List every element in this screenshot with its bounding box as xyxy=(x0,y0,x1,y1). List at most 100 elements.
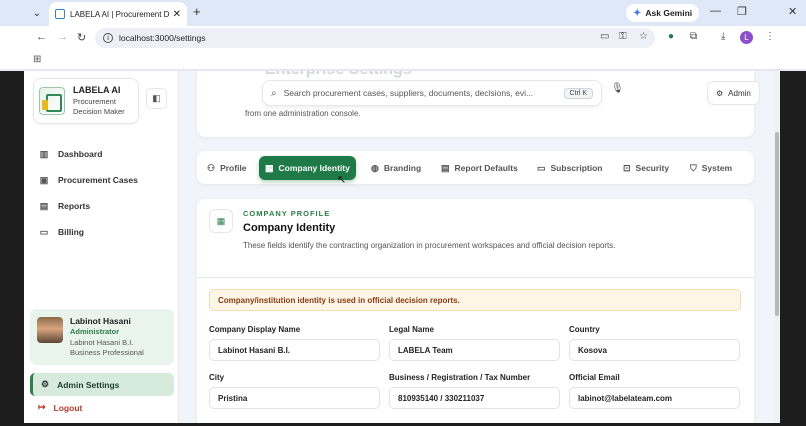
building-icon: ▦ xyxy=(265,162,274,173)
official-email-input[interactable]: labinot@labelateam.com xyxy=(569,387,740,409)
password-key-icon[interactable]: ⚿ xyxy=(619,31,627,42)
tab-list-chevron-icon[interactable]: ⌄ xyxy=(29,5,45,21)
tab-branding[interactable]: ◍ Branding xyxy=(365,156,427,180)
app-viewport: LABELA AI Procurement Decision Maker ◧ ▥… xyxy=(24,71,780,423)
tab-label: Subscription xyxy=(550,163,603,173)
company-display-name-input[interactable]: Labinot Hasani B.I. xyxy=(209,339,380,361)
registration-number-field: Business / Registration / Tax Number 810… xyxy=(389,373,560,409)
page-title: Enterprise Settings xyxy=(265,71,412,79)
extensions-puzzle-icon[interactable]: ⧉ xyxy=(690,31,697,42)
palette-icon: ◍ xyxy=(371,162,379,173)
restore-icon[interactable]: ❐ xyxy=(737,5,747,18)
brand-card[interactable]: LABELA AI Procurement Decision Maker xyxy=(33,78,139,124)
field-label: Legal Name xyxy=(389,325,434,334)
microphone-icon[interactable]: 🎙 xyxy=(611,83,624,94)
sidebar-item-dashboard[interactable]: ▥ Dashboard xyxy=(39,141,138,167)
gear-icon: ⚙ xyxy=(716,88,724,98)
country-field: Country Kosova xyxy=(569,325,740,361)
briefcase-icon: ▣ xyxy=(39,174,49,185)
tab-report-defaults[interactable]: ▤ Report Defaults xyxy=(435,156,524,180)
ask-gemini-label: Ask Gemini xyxy=(645,8,693,18)
bar-chart-icon: ▥ xyxy=(39,148,49,159)
sidebar-item-reports[interactable]: ▤ Reports xyxy=(39,193,138,219)
admin-settings-button[interactable]: ⚙ Admin Settings xyxy=(30,373,174,396)
field-label: City xyxy=(209,373,225,382)
shortcut-badge: Ctrl K xyxy=(563,87,593,99)
minimize-icon[interactable]: — xyxy=(710,5,721,17)
country-input[interactable]: Kosova xyxy=(569,339,740,361)
close-tab-icon[interactable]: ✕ xyxy=(173,9,181,20)
mouse-cursor-icon: ↖ xyxy=(337,174,347,186)
city-field: City Pristina xyxy=(209,373,380,409)
url-text: localhost:3000/settings xyxy=(119,33,206,43)
sidebar: LABELA AI Procurement Decision Maker ◧ ▥… xyxy=(24,71,179,423)
field-label: Country xyxy=(569,325,600,334)
credit-card-icon: ▭ xyxy=(537,162,546,173)
sidebar-item-label: Procurement Cases xyxy=(58,175,138,185)
browser-tab[interactable]: LABELA AI | Procurement Decis ✕ xyxy=(49,2,187,26)
tab-label: Profile xyxy=(220,163,247,173)
extension-grammar-icon[interactable]: ● xyxy=(668,31,674,42)
logout-button[interactable]: ↦ Logout xyxy=(38,402,82,413)
company-identity-card: ▦ COMPANY PROFILE Company Identity These… xyxy=(197,199,754,423)
new-tab-icon[interactable]: + xyxy=(193,4,201,19)
browser-toolbar: ← → ↻ i localhost:3000/settings ▭ ⚿ ☆ ● … xyxy=(0,26,806,50)
settings-tabs: ⚇ Profile ▦ Company Identity ◍ Branding … xyxy=(197,151,754,184)
field-label: Company Display Name xyxy=(209,325,301,334)
main-content: Enterprise Settings from one administrat… xyxy=(179,71,772,423)
forward-icon[interactable]: → xyxy=(57,31,68,43)
tab-profile[interactable]: ⚇ Profile xyxy=(201,156,253,180)
favicon-icon xyxy=(55,9,65,19)
apps-grid-icon[interactable]: ⊞ xyxy=(33,54,41,65)
logout-label: Logout xyxy=(53,402,83,413)
labela-logo-icon xyxy=(39,87,65,115)
company-display-name-field: Company Display Name Labinot Hasani B.I. xyxy=(209,325,380,361)
user-company: Labinot Hasani B.I. xyxy=(70,338,134,347)
reload-icon[interactable]: ↻ xyxy=(77,31,86,44)
admin-settings-label: Admin Settings xyxy=(57,379,120,390)
bookmark-star-icon[interactable]: ☆ xyxy=(639,31,648,42)
tab-subscription[interactable]: ▭ Subscription xyxy=(531,156,608,180)
tab-system[interactable]: ⛉ System xyxy=(684,156,738,180)
search-icon: ⌕ xyxy=(271,87,277,99)
browser-tab-title: LABELA AI | Procurement Decis xyxy=(70,9,169,19)
menu-dots-icon[interactable]: ⋮ xyxy=(765,31,775,42)
avatar xyxy=(37,317,63,343)
tab-label: Security xyxy=(635,163,670,173)
cast-icon[interactable]: ▭ xyxy=(600,31,609,42)
profile-avatar[interactable]: L xyxy=(740,31,753,44)
collapse-sidebar-button[interactable]: ◧ xyxy=(146,88,167,109)
user-icon: ⚇ xyxy=(207,162,216,173)
back-icon[interactable]: ← xyxy=(36,31,47,43)
address-bar[interactable]: i localhost:3000/settings xyxy=(95,28,655,48)
tab-label: Report Defaults xyxy=(454,163,518,173)
city-input[interactable]: Pristina xyxy=(209,387,380,409)
gear-icon: ⚙ xyxy=(41,379,50,389)
download-icon[interactable]: ⤓ xyxy=(721,31,725,42)
lock-icon: ⊡ xyxy=(623,162,631,173)
bookmarks-bar: ⊞ xyxy=(0,50,806,70)
gemini-spark-icon: ✦ xyxy=(633,7,642,19)
page-description: from one administration console. xyxy=(245,109,361,118)
site-info-icon[interactable]: i xyxy=(103,33,113,43)
brand-subtitle: Procurement Decision Maker xyxy=(73,97,125,116)
admin-menu-button[interactable]: ⚙ Admin xyxy=(707,81,760,105)
legal-name-input[interactable]: LABELA Team xyxy=(389,339,560,361)
sidebar-item-procurement-cases[interactable]: ▣ Procurement Cases xyxy=(39,167,138,193)
document-icon: ▤ xyxy=(441,162,450,173)
ask-gemini-button[interactable]: ✦ Ask Gemini xyxy=(626,4,700,22)
close-window-icon[interactable]: ✕ xyxy=(788,5,797,18)
field-label: Business / Registration / Tax Number xyxy=(389,373,531,382)
logout-icon: ↦ xyxy=(38,402,46,412)
user-name: Labinot Hasani xyxy=(70,316,131,326)
legal-name-field: Legal Name LABELA Team xyxy=(389,325,560,361)
scrollbar-thumb[interactable] xyxy=(775,132,779,316)
user-card[interactable]: Labinot Hasani Administrator Labinot Has… xyxy=(30,309,174,365)
tab-security[interactable]: ⊡ Security xyxy=(617,156,675,180)
official-email-field: Official Email labinot@labelateam.com xyxy=(569,373,740,409)
registration-number-input[interactable]: 810935140 / 330211037 xyxy=(389,387,560,409)
sidebar-item-billing[interactable]: ▭ Billing xyxy=(39,219,138,245)
global-search-input[interactable]: ⌕ Search procurement cases, suppliers, d… xyxy=(262,80,602,106)
sidebar-item-label: Billing xyxy=(58,227,84,237)
identity-notice: Company/institution identity is used in … xyxy=(209,289,741,311)
